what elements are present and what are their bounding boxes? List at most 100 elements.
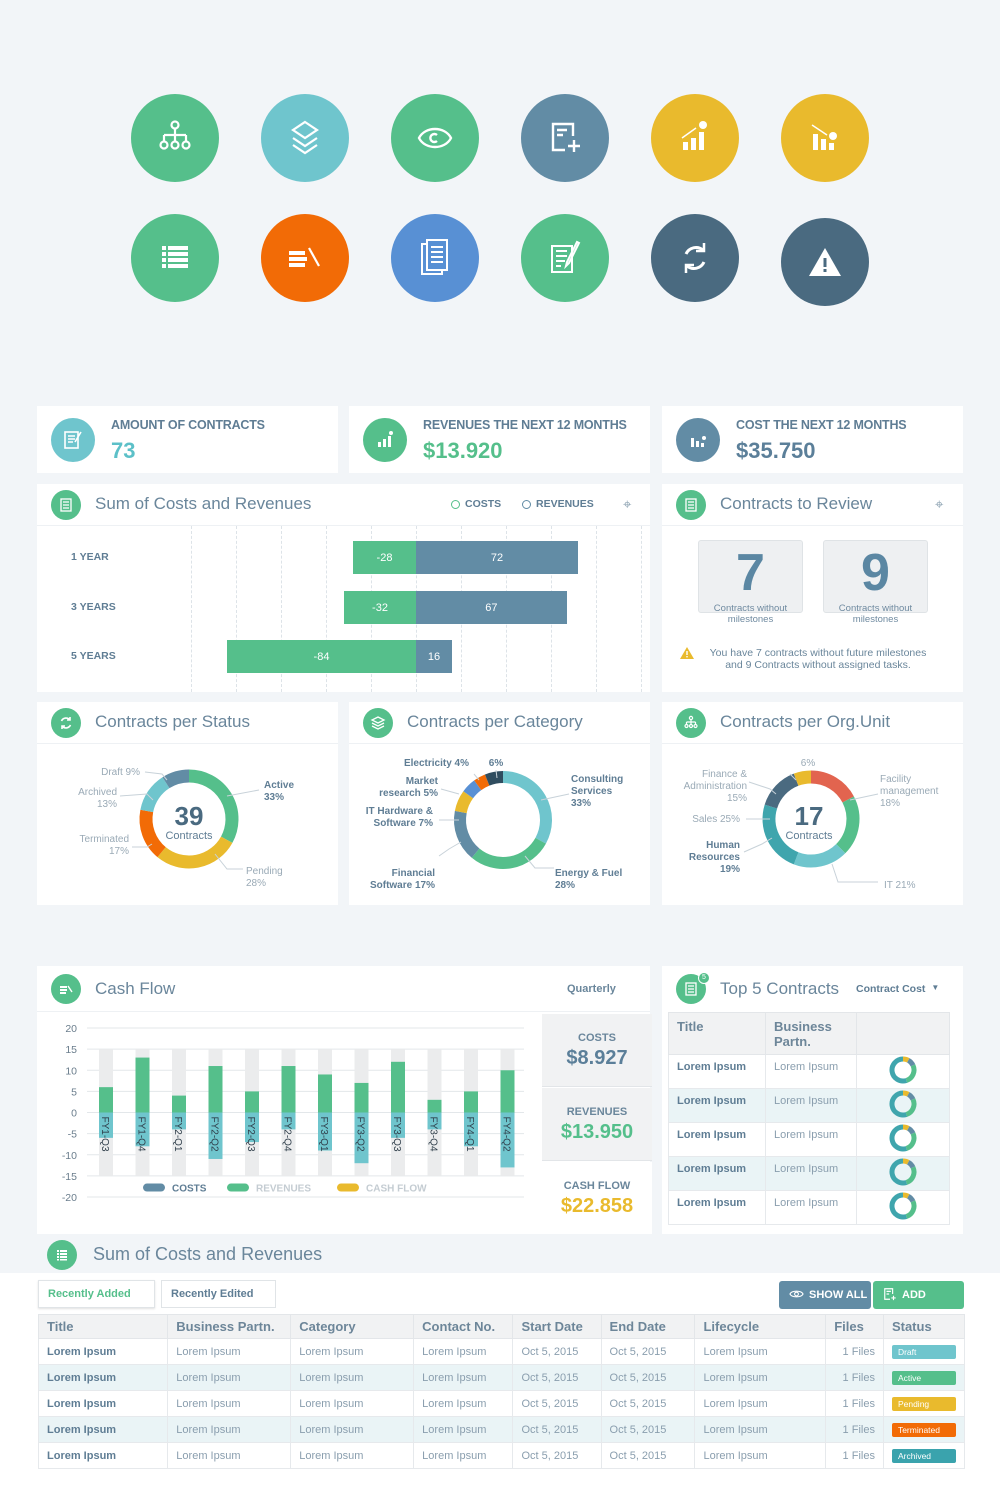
donut-slice[interactable]: [474, 774, 490, 791]
donut-slice[interactable]: [157, 836, 233, 869]
bar-revenues[interactable]: 67: [416, 591, 567, 624]
warning-icon[interactable]: [781, 218, 869, 306]
panel-title: Cash Flow: [95, 979, 176, 998]
panel-header: 5 Top 5 Contracts Contract Cost ▼: [662, 966, 963, 1012]
contracts-review-panel: Contracts to Review ⌖ 7 Contracts withou…: [662, 484, 963, 692]
column-header[interactable]: End Date: [600, 1314, 696, 1339]
bar-revenues[interactable]: 72: [416, 541, 578, 574]
bar-revenue[interactable]: [318, 1074, 332, 1113]
donut-slice[interactable]: [810, 770, 854, 803]
stat-card-revenues: REVENUES THE NEXT 12 MONTHS $13.920: [349, 406, 650, 473]
bar-revenue[interactable]: [135, 1057, 150, 1113]
layers-icon[interactable]: [261, 94, 349, 182]
x-tick-label: FY3-Q1: [318, 1117, 329, 1152]
bar-revenue[interactable]: [172, 1095, 186, 1113]
bar-revenue[interactable]: [500, 1070, 515, 1113]
cash-flow-icon[interactable]: [261, 214, 349, 302]
table-row[interactable]: Lorem Ipsum Lorem Ipsum Lorem Ipsum Lorem I…: [37, 1390, 966, 1417]
bar-costs[interactable]: -84: [227, 640, 416, 673]
center-label: Contracts: [785, 830, 833, 842]
column-header[interactable]: Business Partn.: [765, 1012, 857, 1055]
column-header[interactable]: Category: [290, 1314, 415, 1339]
legend-label[interactable]: CASH FLOW: [366, 1184, 427, 1195]
donut-slice[interactable]: [484, 771, 504, 786]
org-chart-icon[interactable]: [131, 94, 219, 182]
table-row[interactable]: Lorem Ipsum Lorem Ipsum Lorem Ipsum Lorem I…: [37, 1364, 966, 1391]
bar-revenue[interactable]: [208, 1066, 223, 1113]
panel-title: Contracts to Review: [720, 494, 873, 513]
donut-slice[interactable]: [502, 771, 552, 844]
cost-down-icon[interactable]: [781, 94, 869, 182]
bar-revenue[interactable]: [281, 1066, 296, 1113]
column-header[interactable]: Title: [668, 1012, 766, 1055]
cell-partner: Lorem Ipsum: [765, 1122, 857, 1157]
column-header[interactable]: Lifecycle: [694, 1314, 827, 1339]
slice-label: Consulting Services 33%: [571, 774, 623, 809]
cell-title: Lorem Ipsum: [668, 1190, 766, 1225]
crosshair-icon[interactable]: ⌖: [623, 496, 631, 513]
legend-revenues[interactable]: REVENUES: [522, 498, 594, 510]
column-header[interactable]: Status: [882, 1314, 966, 1339]
documents-icon[interactable]: [391, 214, 479, 302]
panel-header: Contracts per Category: [349, 702, 650, 744]
review-box-tasks[interactable]: 9 Contracts without milestones: [823, 540, 928, 625]
crosshair-icon[interactable]: ⌖: [935, 496, 943, 513]
list-icon[interactable]: [131, 214, 219, 302]
table-row[interactable]: Lorem Ipsum Lorem Ipsum: [668, 1088, 950, 1123]
donut-slice[interactable]: [471, 837, 546, 869]
cell-lifecycle: Lorem Ipsum: [694, 1364, 827, 1391]
bar-costs[interactable]: -28: [353, 541, 416, 574]
cell-start: Oct 5, 2015: [512, 1338, 602, 1365]
show-all-button[interactable]: SHOW ALL: [779, 1281, 871, 1309]
edit-document-icon[interactable]: [521, 214, 609, 302]
bar-revenue[interactable]: [464, 1091, 478, 1113]
bar-revenue[interactable]: [391, 1061, 405, 1113]
table-row[interactable]: Lorem Ipsum Lorem Ipsum: [668, 1156, 950, 1191]
tab-recently-added[interactable]: Recently Added: [38, 1280, 155, 1308]
eye-icon[interactable]: [391, 94, 479, 182]
donut-slice[interactable]: [454, 810, 480, 858]
refresh-icon[interactable]: [651, 214, 739, 302]
column-header[interactable]: Start Date: [512, 1314, 602, 1339]
bar-revenues[interactable]: 16: [416, 640, 452, 673]
table-row[interactable]: Lorem Ipsum Lorem Ipsum: [668, 1122, 950, 1157]
slice-label: Finance & Administration 15%: [684, 769, 748, 804]
sort-dropdown[interactable]: Contract Cost ▼: [856, 983, 939, 995]
tab-recently-edited[interactable]: Recently Edited: [161, 1280, 276, 1308]
donut-slice[interactable]: [793, 770, 812, 786]
donut-slice[interactable]: [162, 769, 190, 789]
edit-document-icon: [51, 418, 95, 462]
table-row[interactable]: Lorem Ipsum Lorem Ipsum: [668, 1054, 950, 1089]
legend-costs[interactable]: COSTS: [451, 498, 501, 510]
bar-revenue[interactable]: [245, 1091, 259, 1113]
mini-donut-slice: [906, 1194, 916, 1203]
revenue-up-icon[interactable]: [651, 94, 739, 182]
table-row[interactable]: Lorem Ipsum Lorem Ipsum Lorem Ipsum Lorem I…: [37, 1416, 966, 1443]
donut-slice[interactable]: [454, 791, 474, 814]
period-selector[interactable]: Quarterly: [567, 983, 616, 995]
table-row[interactable]: Lorem Ipsum Lorem Ipsum Lorem Ipsum Lorem I…: [37, 1338, 966, 1365]
cell-lifecycle: Lorem Ipsum: [694, 1338, 827, 1365]
column-header[interactable]: Files: [825, 1314, 884, 1339]
column-header[interactable]: Business Partn.: [167, 1314, 292, 1339]
bar-revenue[interactable]: [354, 1082, 369, 1113]
table-row[interactable]: Lorem Ipsum Lorem Ipsum: [668, 1190, 950, 1225]
legend-label[interactable]: COSTS: [172, 1184, 207, 1195]
donut-center: 39 Contracts: [149, 802, 229, 842]
review-description: Contracts without milestones: [838, 603, 913, 625]
x-tick-label: FY1-Q4: [136, 1117, 147, 1152]
column-header[interactable]: Contact No.: [413, 1314, 514, 1339]
table-row[interactable]: Lorem Ipsum Lorem Ipsum Lorem Ipsum Lorem I…: [37, 1442, 966, 1469]
slice-label: Energy & Fuel 28%: [555, 868, 622, 891]
add-document-icon[interactable]: [521, 94, 609, 182]
column-header[interactable]: Title: [37, 1314, 169, 1339]
add-button[interactable]: ADD: [873, 1281, 964, 1309]
mini-donut-slice: [889, 1056, 908, 1084]
donut-slice[interactable]: [793, 843, 846, 868]
bar-costs[interactable]: -32: [344, 591, 416, 624]
donut-slice[interactable]: [463, 780, 482, 799]
bar-revenue[interactable]: [99, 1087, 113, 1113]
legend-label[interactable]: REVENUES: [256, 1184, 311, 1195]
bar-revenue[interactable]: [427, 1099, 442, 1113]
review-box-milestones[interactable]: 7 Contracts without milestones: [698, 540, 803, 625]
